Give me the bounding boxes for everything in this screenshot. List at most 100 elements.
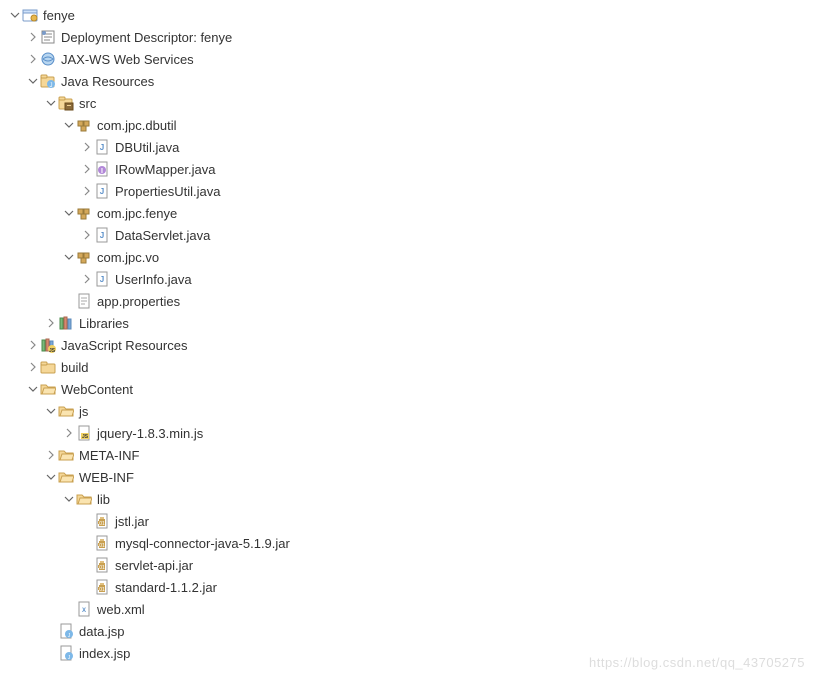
jar-file-icon: 01 xyxy=(94,579,110,595)
chevron-down-icon[interactable] xyxy=(26,382,40,396)
tree-node[interactable]: lib xyxy=(4,488,821,510)
tree-node-label: DataServlet.java xyxy=(114,228,210,243)
tree-node[interactable]: J Java Resources xyxy=(4,70,821,92)
tree-node[interactable]: Xweb.xml xyxy=(4,598,821,620)
js-resources-icon: JS xyxy=(40,337,56,353)
tree-node-label: jstl.jar xyxy=(114,514,149,529)
folder-open-icon xyxy=(58,469,74,485)
tree-node[interactable]: IIRowMapper.java xyxy=(4,158,821,180)
tree-node-label: Java Resources xyxy=(60,74,154,89)
tree-node-label: Deployment Descriptor: fenye xyxy=(60,30,232,45)
svg-text:J: J xyxy=(100,275,104,284)
tree-node-label: DBUtil.java xyxy=(114,140,179,155)
tree-node[interactable]: JAX-WS Web Services xyxy=(4,48,821,70)
tree-node-label: com.jpc.dbutil xyxy=(96,118,176,133)
tree-node[interactable]: Jdata.jsp xyxy=(4,620,821,642)
chevron-down-icon[interactable] xyxy=(8,8,22,22)
chevron-down-icon[interactable] xyxy=(62,206,76,220)
jsp-file-icon: J xyxy=(58,623,74,639)
chevron-down-icon[interactable] xyxy=(62,118,76,132)
chevron-right-icon[interactable] xyxy=(80,272,94,286)
tree-node-label: web.xml xyxy=(96,602,145,617)
tree-node[interactable]: fenye xyxy=(4,4,821,26)
chevron-right-icon[interactable] xyxy=(26,52,40,66)
tree-node[interactable]: J DBUtil.java xyxy=(4,136,821,158)
tree-node[interactable]: META-INF xyxy=(4,444,821,466)
svg-text:X: X xyxy=(82,608,86,614)
tree-node-label: js xyxy=(78,404,88,419)
tree-node-label: data.jsp xyxy=(78,624,125,639)
chevron-right-icon[interactable] xyxy=(80,162,94,176)
tree-node[interactable]: com.jpc.dbutil xyxy=(4,114,821,136)
tree-node-label: com.jpc.vo xyxy=(96,250,159,265)
tree-node-label: index.jsp xyxy=(78,646,130,661)
chevron-right-icon[interactable] xyxy=(26,30,40,44)
tree-node[interactable]: JSjquery-1.8.3.min.js xyxy=(4,422,821,444)
jaxws-icon xyxy=(40,51,56,67)
tree-node[interactable]: 01 jstl.jar xyxy=(4,510,821,532)
chevron-down-icon[interactable] xyxy=(62,250,76,264)
tree-node-label: Libraries xyxy=(78,316,129,331)
tree-node[interactable]: 01 standard-1.1.2.jar xyxy=(4,576,821,598)
folder-open-icon xyxy=(76,491,92,507)
deploy-desc-icon xyxy=(40,29,56,45)
chevron-down-icon[interactable] xyxy=(44,96,58,110)
svg-text:JS: JS xyxy=(82,434,89,440)
tree-node[interactable]: build xyxy=(4,356,821,378)
svg-text:01: 01 xyxy=(99,565,105,571)
tree-node[interactable]: Deployment Descriptor: fenye xyxy=(4,26,821,48)
tree-node-label: JavaScript Resources xyxy=(60,338,187,353)
chevron-right-icon[interactable] xyxy=(44,448,58,462)
java-resources-icon: J xyxy=(40,73,56,89)
tree-node-label: fenye xyxy=(42,8,75,23)
chevron-right-icon[interactable] xyxy=(80,228,94,242)
jar-file-icon: 01 xyxy=(94,535,110,551)
chevron-right-icon[interactable] xyxy=(80,140,94,154)
java-file-icon: J xyxy=(94,139,110,155)
jar-file-icon: 01 xyxy=(94,513,110,529)
watermark-text: https://blog.csdn.net/qq_43705275 xyxy=(589,655,805,670)
tree-node[interactable]: J DataServlet.java xyxy=(4,224,821,246)
tree-node-label: PropertiesUtil.java xyxy=(114,184,221,199)
chevron-right-icon[interactable] xyxy=(80,184,94,198)
svg-text:J: J xyxy=(100,231,104,240)
tree-node[interactable]: app.properties xyxy=(4,290,821,312)
java-file-icon: J xyxy=(94,271,110,287)
tree-node[interactable]: WebContent xyxy=(4,378,821,400)
src-folder-icon xyxy=(58,95,74,111)
tree-node-label: WebContent xyxy=(60,382,133,397)
tree-node[interactable]: com.jpc.fenye xyxy=(4,202,821,224)
java-interface-icon: I xyxy=(94,161,110,177)
tree-node[interactable]: J UserInfo.java xyxy=(4,268,821,290)
tree-node-label: UserInfo.java xyxy=(114,272,192,287)
tree-node[interactable]: src xyxy=(4,92,821,114)
svg-text:01: 01 xyxy=(99,587,105,593)
tree-node[interactable]: 01mysql-connector-java-5.1.9.jar xyxy=(4,532,821,554)
jsp-file-icon: J xyxy=(58,645,74,661)
tree-node-label: app.properties xyxy=(96,294,180,309)
chevron-right-icon[interactable] xyxy=(62,426,76,440)
tree-node[interactable]: WEB-INF xyxy=(4,466,821,488)
tree-node[interactable]: com.jpc.vo xyxy=(4,246,821,268)
chevron-down-icon[interactable] xyxy=(62,492,76,506)
svg-text:I: I xyxy=(101,168,103,175)
svg-text:J: J xyxy=(100,187,104,196)
chevron-down-icon[interactable] xyxy=(44,470,58,484)
tree-node[interactable]: J PropertiesUtil.java xyxy=(4,180,821,202)
tree-node-label: build xyxy=(60,360,88,375)
folder-icon xyxy=(40,359,56,375)
chevron-down-icon[interactable] xyxy=(44,404,58,418)
tree-node[interactable]: js xyxy=(4,400,821,422)
folder-open-icon xyxy=(58,447,74,463)
chevron-right-icon[interactable] xyxy=(44,316,58,330)
tree-node[interactable]: Libraries xyxy=(4,312,821,334)
chevron-right-icon[interactable] xyxy=(26,360,40,374)
xml-file-icon: X xyxy=(76,601,92,617)
tree-node[interactable]: 01servlet-api.jar xyxy=(4,554,821,576)
tree-node[interactable]: JS JavaScript Resources xyxy=(4,334,821,356)
chevron-right-icon[interactable] xyxy=(26,338,40,352)
svg-text:J: J xyxy=(50,83,53,89)
chevron-down-icon[interactable] xyxy=(26,74,40,88)
tree-node-label: lib xyxy=(96,492,110,507)
tree-node-label: standard-1.1.2.jar xyxy=(114,580,217,595)
